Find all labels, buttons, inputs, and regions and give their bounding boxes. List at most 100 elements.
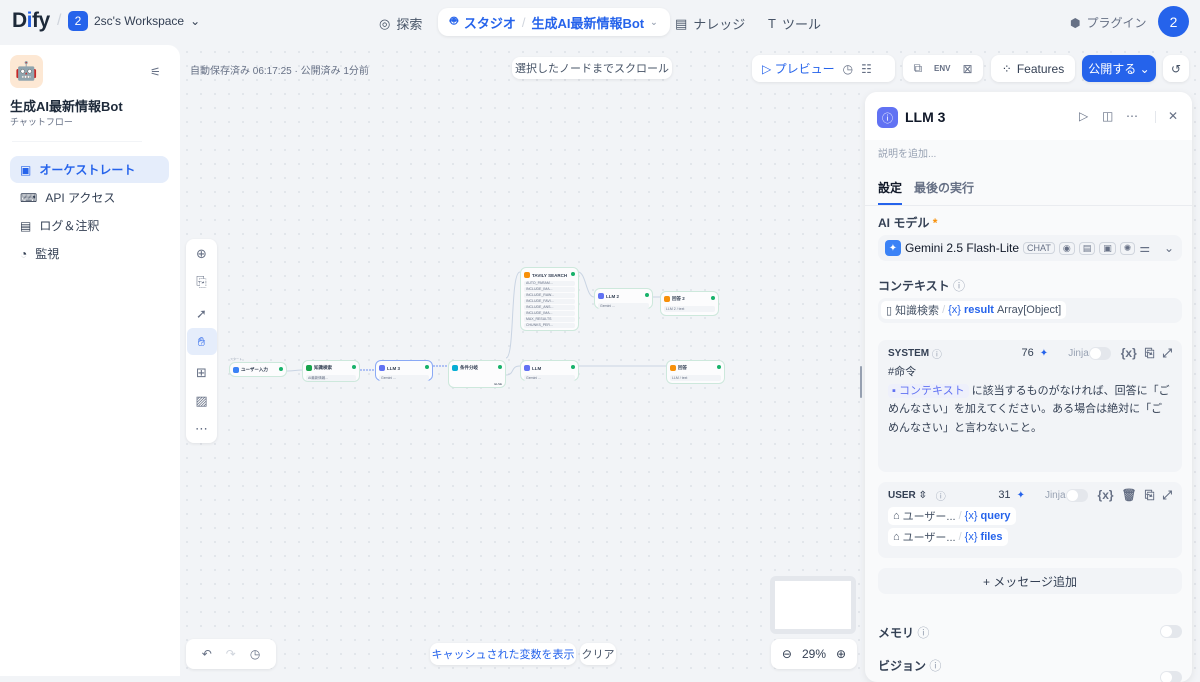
workflow-node-answer2[interactable]: 回答 2 LLM 2 / text [660, 291, 719, 316]
video-icon: ▣ [1099, 241, 1116, 255]
version-history-icon[interactable]: ↺ [1163, 55, 1189, 82]
history-icon[interactable]: ◷ [250, 647, 260, 661]
add-message-button[interactable]: + メッセージ追加 [878, 568, 1182, 594]
show-cached-vars-button[interactable]: キャッシュされた変数を表示 [430, 643, 576, 665]
node-row: INCLUDE_IMA... [524, 311, 575, 316]
close-icon[interactable]: ✕ [1168, 109, 1178, 123]
workflow-node-llm3-selected[interactable]: LLM 3 Gemini ... [375, 360, 433, 381]
publish-button[interactable]: 公開する ⌄ [1082, 55, 1156, 82]
run-node-icon[interactable]: ▷ [1079, 109, 1088, 123]
document-icon: ▤ [1078, 241, 1096, 255]
node-row: Gemini ... [379, 374, 429, 381]
node-row: INCLUDE_IMA... [524, 287, 575, 292]
model-selector[interactable]: ✦ Gemini 2.5 Flash-Lite CHAT ◉ ▤ ▣ ✺ ⚌ ⌄ [878, 235, 1182, 261]
sidebar: 🤖 ⚟ 生成AI最新情報Bot チャットフロー ▣ オーケストレート ⌨ API ア… [0, 45, 180, 676]
zoom-level[interactable]: 29% [802, 647, 826, 661]
context-node: 知識検索 [895, 305, 940, 317]
divider: / [521, 14, 526, 30]
help-book-icon[interactable]: ◫ [1102, 109, 1113, 123]
role-selector[interactable]: USER [888, 490, 916, 501]
workflow-node-llm2[interactable]: LLM 2 Gemini ... [594, 288, 653, 309]
jinja-toggle[interactable] [1088, 346, 1111, 360]
user-avatar[interactable]: 2 [1158, 6, 1189, 37]
minimap[interactable] [770, 576, 856, 634]
tab-settings[interactable]: 設定 [878, 179, 902, 196]
features-icon: ⁘ [1001, 61, 1012, 76]
env-icon[interactable]: ENV [934, 64, 950, 73]
app-type: チャットフロー [10, 117, 73, 127]
llm-icon [379, 365, 385, 371]
features-button[interactable]: ⁘ Features [991, 55, 1075, 82]
sidebar-item-orchestrate[interactable]: ▣ オーケストレート [10, 156, 169, 183]
conversation-vars-icon[interactable]: ⧉ [913, 61, 922, 76]
node-row: INCLUDE_FAVI... [524, 299, 575, 304]
undo-icon[interactable]: ↶ [202, 647, 212, 661]
global-vars-icon[interactable]: ⊠ [962, 62, 972, 76]
nav-explore[interactable]: ◎ 探索 [379, 14, 422, 33]
jinja-toggle[interactable] [1065, 488, 1088, 502]
workflow-node-answer[interactable]: 回答 LLM / text [666, 360, 725, 384]
clear-button[interactable]: クリア [580, 643, 616, 665]
workflow-edges [286, 271, 666, 376]
workflow-node-if-else[interactable]: 条件分岐 ELSE [448, 360, 506, 388]
nav-tools[interactable]: T ツール [768, 14, 821, 33]
expand-icon[interactable]: ⤢ [1162, 488, 1172, 503]
dify-logo[interactable]: Dify [12, 9, 50, 33]
system-prompt-editor[interactable]: SYSTEM ⓘ 76 ✦ Jinja {x} ⎘ ⤢ #命令 ▪ コンテキスト… [878, 340, 1182, 472]
llm-icon: ⓘ [877, 107, 898, 128]
cube-icon: ⬢ [1070, 15, 1081, 30]
divider [865, 205, 1192, 206]
help-icon: ⓘ [931, 349, 942, 361]
parameters-icon[interactable]: ⚌ [1139, 241, 1150, 255]
chevron-down-icon: ⌄ [650, 16, 658, 27]
node-row: CHUNKS_PER... [524, 323, 575, 328]
gauge-icon: ◔ [20, 246, 28, 261]
workflow-node-knowledge[interactable]: 知識検索 AI最新情報... [302, 360, 360, 382]
collapse-settings-icon[interactable]: ⚟ [150, 65, 161, 79]
plugins-button[interactable]: ⬢ プラグイン [1070, 14, 1147, 31]
insert-variable-icon[interactable]: {x} [1121, 346, 1137, 360]
panel-title[interactable]: LLM 3 [905, 109, 945, 125]
sidebar-item-monitor[interactable]: ◔ 監視 [10, 240, 169, 267]
ai-generate-icon[interactable]: ✦ [1017, 490, 1025, 501]
document-icon: ▤ [20, 218, 32, 233]
insert-variable-icon[interactable]: {x} [1098, 488, 1114, 502]
user-prompt-editor[interactable]: USER ⇳ ⓘ 31 ✦ Jinja {x} 🗑︎ ⎘ ⤢ ⌂ ユーザー... /… [878, 482, 1182, 558]
ai-generate-icon[interactable]: ✦ [1040, 348, 1048, 359]
workflow-node-llm[interactable]: LLM Gemini ... [520, 360, 579, 381]
copy-icon[interactable]: ⎘ [1145, 346, 1155, 361]
tab-last-run[interactable]: 最後の実行 [914, 179, 974, 196]
app-name: 生成AI最新情報Bot [10, 99, 123, 114]
expand-icon[interactable]: ⤢ [1162, 346, 1172, 361]
memory-toggle[interactable] [1160, 625, 1182, 638]
more-icon[interactable]: ⋯ [1126, 109, 1138, 123]
workflow-node-tavily[interactable]: TAVILY SEARCH AUTO_PARAM... INCLUDE_IMA.… [520, 267, 579, 331]
system-prompt-text[interactable]: #命令 ▪ コンテキスト に該当するものがなければ、回答に「ごめんなさい」を加えて… [888, 363, 1172, 437]
sidebar-item-logs[interactable]: ▤ ログ＆注釈 [10, 212, 169, 239]
node-title: LLM 2 [606, 293, 619, 299]
book-icon: ▯ [886, 304, 893, 317]
workspace-selector[interactable]: 2 2sc's Workspace ⌄ [68, 11, 200, 31]
delete-icon[interactable]: 🗑︎ [1122, 488, 1137, 502]
token-count: 76 [1021, 347, 1034, 359]
panel-resize-handle[interactable] [860, 366, 862, 398]
llm-icon [598, 293, 604, 299]
robot-icon: 🤖︎ [450, 13, 458, 28]
node-title: 知識検索 [314, 365, 332, 370]
context-field[interactable]: ▯ 知識検索 / {x} result Array[Object] [878, 298, 1182, 323]
nav-knowledge[interactable]: ▤ ナレッジ [675, 14, 745, 33]
node-row: LLM / text [670, 374, 721, 381]
zoom-in-icon[interactable]: ⊕ [836, 647, 846, 661]
description-input[interactable]: 説明を追加... [878, 145, 936, 160]
node-title: ユーザー入力 [241, 367, 268, 372]
breadcrumb-app[interactable]: 生成AI最新情報Bot [531, 13, 644, 32]
zoom-out-icon[interactable]: ⊖ [782, 647, 792, 661]
redo-icon[interactable]: ↷ [226, 647, 236, 661]
workflow-node-start[interactable]: スタート ユーザー入力 [229, 357, 287, 377]
copy-icon[interactable]: ⎘ [1145, 488, 1155, 503]
variable-chip: ⌂ ユーザー... / {x} files [888, 528, 1008, 546]
vision-icon: ◉ [1058, 241, 1075, 255]
nav-studio[interactable]: 🤖︎ スタジオ / 生成AI最新情報Bot ⌄ [438, 8, 670, 36]
vision-toggle[interactable] [1160, 671, 1182, 682]
sidebar-item-api[interactable]: ⌨ API アクセス [10, 184, 169, 211]
